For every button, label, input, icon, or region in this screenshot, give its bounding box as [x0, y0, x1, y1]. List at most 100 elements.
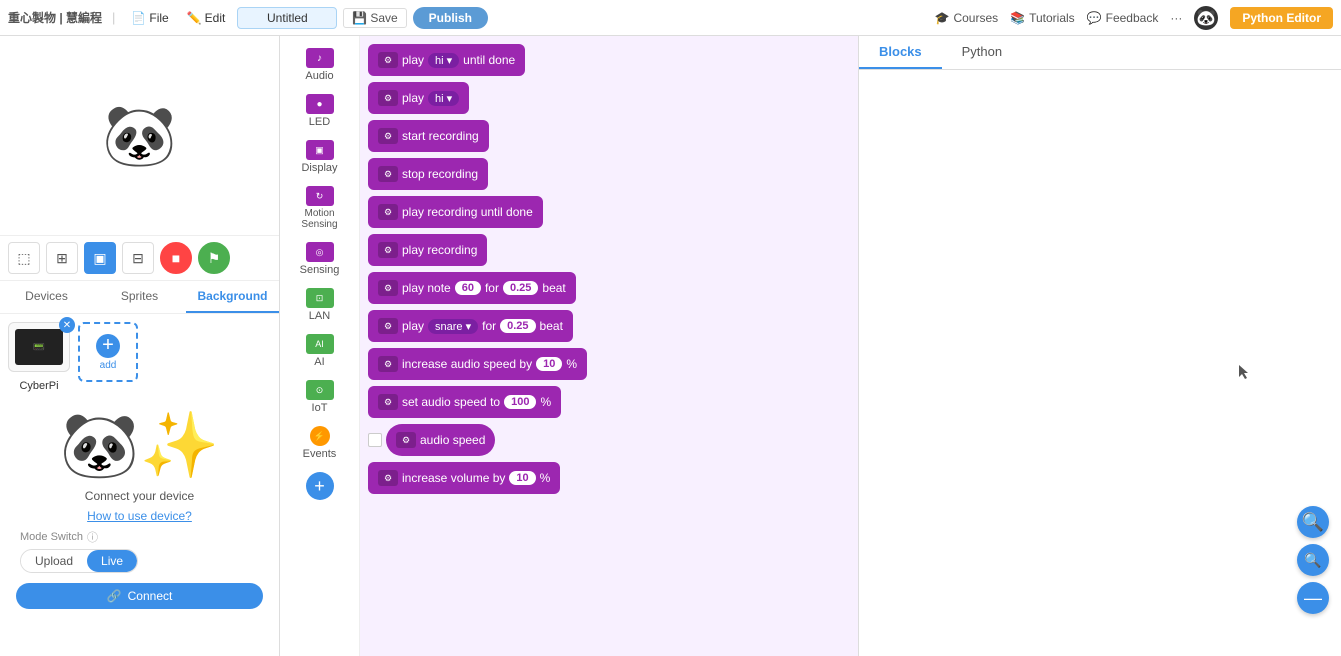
file-label: File	[149, 11, 168, 25]
play-button[interactable]: ⚑	[198, 242, 230, 274]
beat-value: 0.25	[500, 319, 535, 333]
feedback-link[interactable]: 💬 Feedback	[1087, 11, 1159, 25]
feedback-icon: 💬	[1087, 11, 1102, 25]
upload-mode-button[interactable]: Upload	[21, 550, 87, 572]
block-text1: play	[402, 53, 424, 67]
tab-blocks[interactable]: Blocks	[859, 36, 942, 69]
volume-value: 10	[509, 471, 535, 485]
lan-label: LAN	[309, 310, 330, 322]
block-view-button[interactable]: ▣	[84, 242, 116, 274]
connect-button[interactable]: 🔗 Connect	[16, 583, 263, 609]
tab-sprites[interactable]: Sprites	[93, 281, 186, 313]
file-menu[interactable]: 📄 File	[125, 9, 174, 27]
stop-button[interactable]: ■	[160, 242, 192, 274]
zoom-out-button[interactable]: —	[1297, 582, 1329, 614]
how-to-use-link[interactable]: How to use device?	[87, 509, 192, 523]
block-icon: ⚙	[378, 470, 398, 486]
tutorials-link[interactable]: 📚 Tutorials	[1010, 11, 1075, 25]
block-play-hi-until[interactable]: ⚙ play hi ▾ until done	[368, 44, 525, 76]
courses-link[interactable]: 🎓 Courses	[935, 11, 999, 25]
block-start-recording[interactable]: ⚙ start recording	[368, 120, 489, 152]
publish-button[interactable]: Publish	[413, 7, 488, 29]
sprite-image-box: 🐼✨	[60, 408, 219, 483]
workspace-canvas[interactable]: 🔍 🔍 —	[859, 70, 1341, 654]
audio-speed-checkbox[interactable]	[368, 433, 382, 447]
block-text2: for	[482, 319, 496, 333]
block-play-recording-until[interactable]: ⚙ play recording until done	[368, 196, 543, 228]
events-label: Events	[303, 448, 337, 460]
more-menu[interactable]: ···	[1170, 11, 1182, 25]
block-audio-speed-reporter[interactable]: ⚙ audio speed	[386, 424, 495, 456]
topbar-right: 🎓 Courses 📚 Tutorials 💬 Feedback ··· 🐼 P…	[935, 6, 1334, 30]
block-text2: for	[485, 281, 499, 295]
cat-lan[interactable]: ⊡ LAN	[285, 284, 355, 326]
cat-display[interactable]: ▣ Display	[285, 136, 355, 178]
add-category-button[interactable]: +	[306, 472, 334, 500]
cat-audio[interactable]: ♪ Audio	[285, 44, 355, 86]
block-play-hi[interactable]: ⚙ play hi ▾	[368, 82, 469, 114]
cat-motion[interactable]: ↻ Motion Sensing	[285, 182, 355, 234]
feedback-label: Feedback	[1106, 11, 1159, 25]
block-dropdown[interactable]: hi ▾	[428, 53, 459, 68]
display-icon: ▣	[306, 140, 334, 160]
grid-view-button[interactable]: ⊞	[46, 242, 78, 274]
more-label: ···	[1170, 11, 1182, 25]
block-play-snare[interactable]: ⚙ play snare ▾ for 0.25 beat	[368, 310, 573, 342]
tab-background[interactable]: Background	[186, 281, 279, 313]
project-name[interactable]: Untitled	[237, 7, 337, 29]
audio-icon: ♪	[306, 48, 334, 68]
display-label: Display	[301, 162, 337, 174]
expand-button[interactable]: ⬚	[8, 242, 40, 274]
workspace-tabs: Blocks Python	[859, 36, 1341, 70]
avatar[interactable]: 🐼	[1194, 6, 1218, 30]
device-close-button[interactable]: ✕	[59, 317, 75, 333]
zoom-in-button[interactable]: 🔍	[1297, 506, 1329, 538]
block-text1: set audio speed to	[402, 395, 500, 409]
toolbar-row: ⬚ ⊞ ▣ ⊟ ■ ⚑	[0, 236, 279, 281]
courses-icon: 🎓	[935, 11, 950, 25]
zoom-reset-button[interactable]: 🔍	[1297, 544, 1329, 576]
blocks-panel: ⚙ play hi ▾ until done ⚙ play hi ▾ ⚙ sta…	[360, 36, 859, 656]
cat-events[interactable]: ⚡ Events	[285, 422, 355, 464]
speed-value: 100	[504, 395, 536, 409]
edit-label: Edit	[205, 11, 226, 25]
block-text: stop recording	[402, 167, 478, 181]
add-device-button[interactable]: + add	[78, 322, 138, 382]
live-mode-button[interactable]: Live	[87, 550, 137, 572]
save-button[interactable]: 💾 Save	[343, 8, 406, 28]
device-name-label: CyberPi	[8, 380, 70, 392]
cat-ai[interactable]: AI AI	[285, 330, 355, 372]
cat-led[interactable]: ● LED	[285, 90, 355, 132]
connect-device-text: Connect your device	[85, 489, 194, 503]
edit-menu[interactable]: ✏️ Edit	[181, 9, 232, 27]
block-unit: %	[540, 395, 551, 409]
list-view-button[interactable]: ⊟	[122, 242, 154, 274]
motion-icon: ↻	[306, 186, 334, 206]
iot-label: IoT	[312, 402, 328, 414]
motion-label: Motion Sensing	[291, 208, 349, 230]
add-category-icon: +	[314, 476, 325, 497]
sprite-image: 🐼✨	[60, 408, 219, 483]
block-stop-recording[interactable]: ⚙ stop recording	[368, 158, 488, 190]
python-editor-button[interactable]: Python Editor	[1230, 7, 1333, 29]
save-icon: 💾	[352, 11, 367, 25]
tab-python[interactable]: Python	[942, 36, 1022, 69]
block-increase-volume[interactable]: ⚙ increase volume by 10 %	[368, 462, 560, 494]
block-increase-audio-speed[interactable]: ⚙ increase audio speed by 10 %	[368, 348, 587, 380]
add-label: add	[100, 360, 117, 371]
cat-iot[interactable]: ⊙ IoT	[285, 376, 355, 418]
block-set-audio-speed[interactable]: ⚙ set audio speed to 100 %	[368, 386, 561, 418]
block-play-note[interactable]: ⚙ play note 60 for 0.25 beat	[368, 272, 576, 304]
tab-devices[interactable]: Devices	[0, 281, 93, 313]
block-icon: ⚙	[378, 52, 398, 68]
iot-icon: ⊙	[306, 380, 334, 400]
device-card-cyberpi[interactable]: ✕ 📟	[8, 322, 70, 372]
close-icon: ✕	[63, 320, 71, 331]
block-play-recording[interactable]: ⚙ play recording	[368, 234, 487, 266]
snare-dropdown[interactable]: snare ▾	[428, 319, 478, 334]
cat-sensing[interactable]: ◎ Sensing	[285, 238, 355, 280]
tutorials-icon: 📚	[1010, 11, 1025, 25]
block-icon: ⚙	[378, 166, 398, 182]
block-dropdown[interactable]: hi ▾	[428, 91, 459, 106]
courses-label: Courses	[953, 11, 998, 25]
